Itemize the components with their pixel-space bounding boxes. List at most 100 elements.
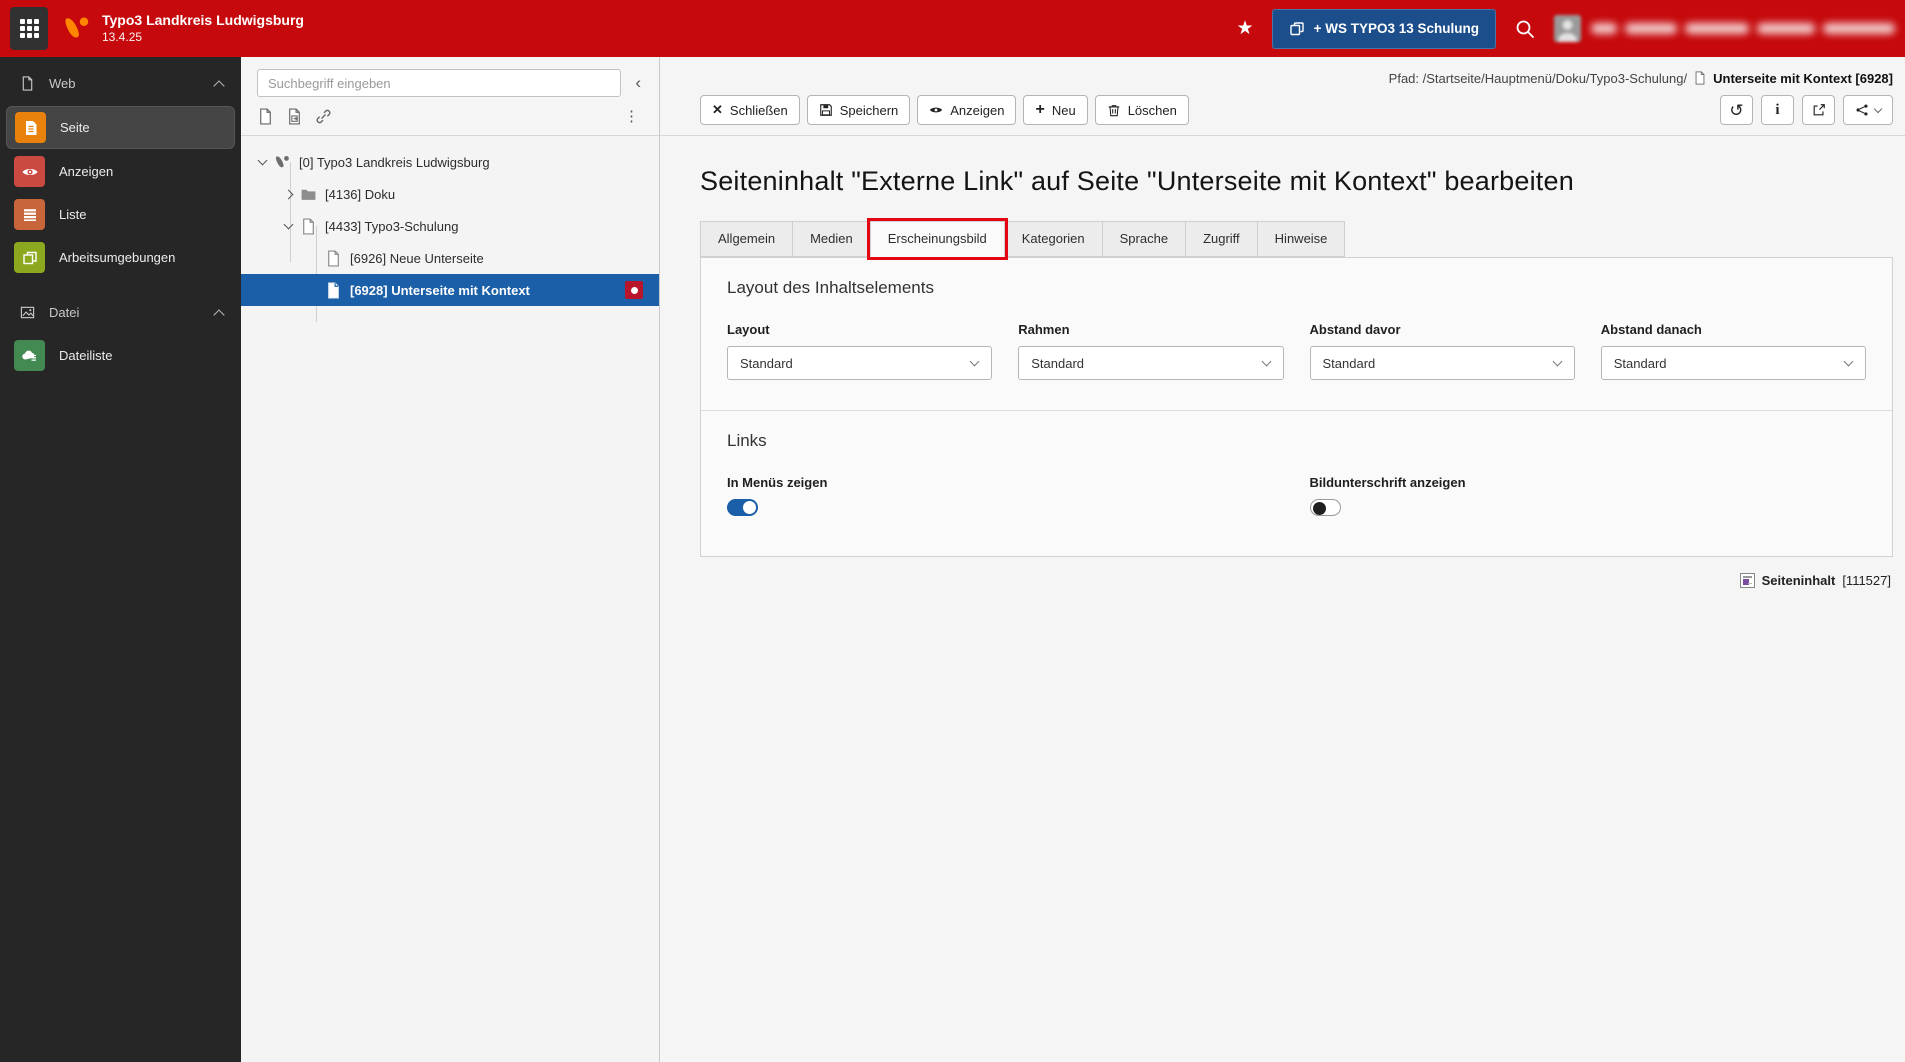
layout-select[interactable]: Standard (727, 346, 993, 380)
share-button[interactable] (1843, 95, 1893, 125)
sidebar-item-seite[interactable]: Seite (6, 106, 235, 149)
select-value: Standard (1031, 355, 1085, 371)
grid-icon (19, 19, 39, 38)
site-title: Typo3 Landkreis Ludwigsburg (102, 12, 304, 29)
link-icon[interactable] (315, 108, 332, 125)
collapse-tree-icon[interactable]: ‹ (631, 73, 645, 93)
layout-fieldset: Layout des Inhaltselements Layout Standa… (701, 258, 1892, 410)
search-icon[interactable] (1514, 18, 1536, 40)
chevron-down-icon[interactable] (283, 219, 294, 230)
module-menu-toggle-button[interactable] (10, 7, 48, 50)
page-icon (328, 249, 339, 267)
page-icon (1695, 71, 1705, 85)
module-group-web[interactable]: Web (0, 63, 241, 104)
close-button[interactable]: ✕ Schließen (700, 95, 800, 125)
chevron-down-icon[interactable] (257, 155, 268, 166)
workspaces-module-icon (14, 242, 45, 273)
typo3-version: 13.4.25 (102, 29, 143, 44)
module-group-datei[interactable]: Datei (0, 292, 241, 333)
tab-erscheinungsbild[interactable]: Erscheinungsbild (869, 221, 1005, 257)
bildunterschrift-anzeigen-toggle[interactable] (1309, 499, 1341, 516)
site-title-block: Typo3 Landkreis Ludwigsburg 13.4.25 (102, 12, 304, 45)
page-title: Seiteninhalt "Externe Link" auf Seite "U… (700, 166, 1574, 196)
sidebar-item-anzeigen-label: Anzeigen (59, 164, 114, 179)
save-button[interactable]: Speichern (806, 95, 911, 125)
tree-search-input[interactable] (257, 69, 622, 97)
module-group-datei-label: Datei (49, 305, 80, 320)
user-menu[interactable] (1554, 15, 1895, 42)
site-brand[interactable]: Typo3 Landkreis Ludwigsburg 13.4.25 (62, 12, 304, 45)
external-link-icon (1813, 104, 1825, 116)
field-abstand-danach: Abstand danach Standard (1600, 322, 1866, 380)
workspace-icon (1289, 21, 1304, 35)
tree-node-unterseite-mit-kontext-selected[interactable]: [6928] Unterseite mit Kontext (241, 274, 659, 306)
field-abstand-davor: Abstand davor Standard (1309, 322, 1575, 380)
tree-node-label: [4433] Typo3-Schulung (325, 218, 459, 234)
save-button-label: Speichern (839, 102, 899, 118)
info-button[interactable]: i (1761, 95, 1794, 125)
tab-zugriff[interactable]: Zugriff (1185, 221, 1257, 257)
tree-node-label: [0] Typo3 Landkreis Ludwigsburg (299, 154, 490, 170)
save-icon (819, 104, 832, 116)
workspace-button[interactable]: + WS TYPO3 13 Schulung (1271, 8, 1496, 49)
tree-node-doku[interactable]: [4136] Doku (241, 178, 659, 210)
user-name-redacted (1591, 23, 1895, 34)
record-locked-icon (625, 281, 643, 299)
plus-icon: + (1035, 101, 1045, 118)
page-tree-toolbar: ‹ ⋮ (241, 57, 659, 136)
tab-sprache[interactable]: Sprache (1101, 221, 1186, 257)
chevron-down-icon (1843, 356, 1854, 367)
chevron-down-icon (969, 356, 980, 367)
chevron-right-icon[interactable] (283, 189, 294, 199)
sidebar-item-seite-label: Seite (60, 120, 90, 135)
topbar: Typo3 Landkreis Ludwigsburg 13.4.25 ★ + … (0, 0, 1905, 57)
open-in-new-button[interactable] (1802, 95, 1835, 125)
chevron-down-icon (1873, 104, 1883, 113)
tree-node-root[interactable]: [0] Typo3 Landkreis Ludwigsburg (241, 146, 659, 178)
fieldset-legend: Links (727, 431, 767, 450)
tab-medien[interactable]: Medien (792, 221, 870, 257)
field-in-menues-zeigen: In Menüs zeigen (727, 475, 992, 516)
record-type: Seiteninhalt (1761, 573, 1836, 588)
rahmen-select[interactable]: Standard (1018, 346, 1284, 380)
tab-allgemein[interactable]: Allgemein (700, 221, 793, 257)
history-button[interactable]: ↺ (1720, 95, 1753, 125)
typo3-root-icon (275, 155, 289, 167)
field-label: Rahmen (1018, 322, 1070, 337)
delete-button[interactable]: Löschen (1094, 95, 1189, 125)
tree-menu-kebab-icon[interactable]: ⋮ (618, 107, 645, 125)
in-menues-zeigen-toggle[interactable] (727, 499, 758, 516)
tree-node-neue-unterseite[interactable]: [6926] Neue Unterseite (241, 242, 659, 274)
view-module-icon (14, 156, 45, 187)
new-page-icon[interactable] (257, 107, 274, 125)
typo3-logo-icon (65, 17, 89, 37)
sidebar-item-arbeitsumgebungen[interactable]: Arbeitsumgebungen (6, 237, 235, 278)
field-rahmen: Rahmen Standard (1018, 322, 1284, 380)
record-title: Unterseite mit Kontext [6928] (1713, 70, 1893, 86)
close-button-label: Schließen (729, 102, 788, 118)
delete-button-label: Löschen (1127, 102, 1177, 118)
chevron-up-icon (213, 308, 225, 321)
sidebar-item-arbeitsumgebungen-label: Arbeitsumgebungen (59, 250, 176, 265)
chevron-down-icon (1552, 356, 1563, 367)
page-module-icon (15, 112, 46, 143)
folder-icon (301, 189, 316, 200)
view-button[interactable]: Anzeigen (917, 95, 1017, 125)
abstand-davor-select[interactable]: Standard (1309, 346, 1575, 380)
datei-group-icon (20, 306, 35, 319)
bookmark-star-icon[interactable]: ★ (1237, 17, 1254, 40)
sidebar-item-dateiliste[interactable]: Dateiliste (6, 335, 235, 376)
tab-kategorien[interactable]: Kategorien (1004, 221, 1102, 257)
field-bildunterschrift-anzeigen: Bildunterschrift anzeigen (1309, 475, 1575, 516)
sidebar-item-liste[interactable]: Liste (6, 194, 235, 235)
tab-hinweise[interactable]: Hinweise (1256, 221, 1346, 257)
abstand-danach-select[interactable]: Standard (1600, 346, 1866, 380)
sidebar-item-anzeigen[interactable]: Anzeigen (6, 151, 235, 192)
tab-bar: Allgemein Medien Erscheinungsbild Katego… (700, 221, 1893, 257)
field-label: Abstand danach (1600, 322, 1702, 337)
chevron-down-icon (1261, 356, 1271, 367)
user-avatar (1554, 15, 1581, 42)
new-button[interactable]: + Neu (1023, 95, 1088, 125)
new-page-drag-icon[interactable] (286, 107, 303, 125)
tree-node-typo3-schulung[interactable]: [4433] Typo3-Schulung (241, 210, 659, 242)
